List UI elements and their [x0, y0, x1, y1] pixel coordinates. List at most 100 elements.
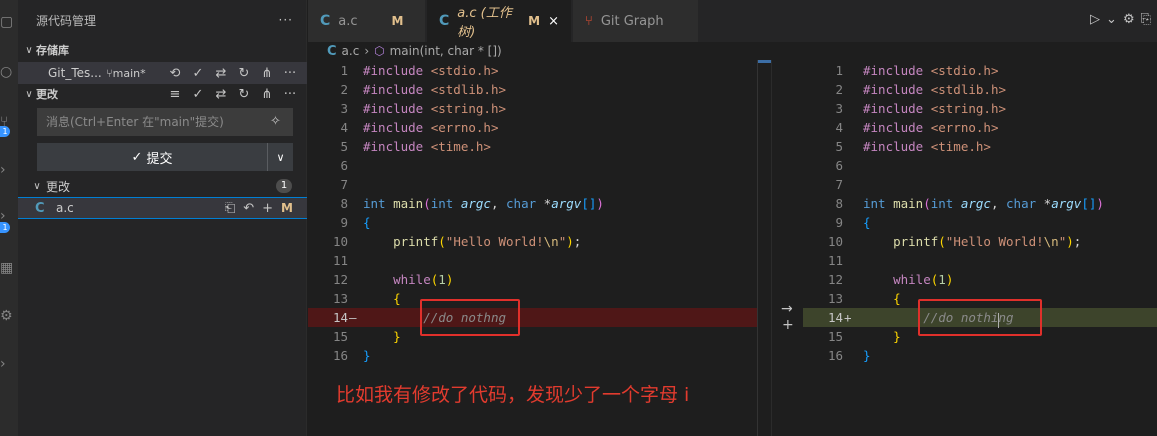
repository-row[interactable]: Git_Tes... ⑂main* ⟲ ✓ ⇄ ↻ ⋔ ···	[18, 62, 307, 84]
tab-label: Git Graph	[600, 13, 664, 29]
files-icon[interactable]: ▢	[0, 12, 18, 32]
code-text: }	[363, 346, 371, 365]
settings-icon[interactable]: ⚙	[0, 306, 18, 326]
breadcrumb-file[interactable]: a.c	[342, 44, 360, 58]
graph-icon[interactable]: ⋔	[260, 66, 274, 81]
more-actions-icon[interactable]: ···	[279, 13, 293, 27]
scm-sidebar: 源代码管理 ··· ∨ 存储库 Git_Tes... ⑂main* ⟲ ✓ ⇄ …	[18, 0, 307, 436]
breadcrumb-symbol[interactable]: main(int, char * [])	[390, 44, 502, 58]
tab-a-c[interactable]: C a.c M	[308, 0, 426, 42]
tab-a-c-working-tree[interactable]: C a.c (工作树) M ×	[427, 0, 572, 42]
code-line: 5 #include <time.h>	[803, 137, 1157, 156]
tab-git-graph[interactable]: ⑂ Git Graph	[573, 0, 699, 42]
arrow-right-icon[interactable]: →	[781, 301, 793, 317]
code-token: ;	[573, 234, 582, 249]
close-icon[interactable]: ×	[548, 14, 559, 29]
commit-message-input[interactable]	[37, 108, 293, 136]
code-token: char	[506, 196, 544, 211]
plus-icon[interactable]: +	[782, 317, 794, 333]
stage-changes-icon[interactable]: +	[262, 201, 273, 216]
changed-file-row[interactable]: C a.c ⎗ ↶ + M	[18, 197, 307, 219]
branch-indicator[interactable]: ⑂main*	[106, 67, 146, 80]
changes-group-header[interactable]: ∨ 更改 1	[18, 175, 307, 197]
sync-icon[interactable]: ⟲	[168, 66, 182, 81]
code-text: {	[863, 213, 871, 232]
code-text: int main(int argc, char *argv[])	[863, 194, 1104, 213]
code-token: main	[893, 196, 924, 211]
code-token: }	[893, 329, 901, 344]
code-token: )	[1066, 234, 1074, 249]
code-line: 13 {	[308, 289, 771, 308]
sparkle-icon[interactable]: ✧	[270, 114, 281, 129]
code-token: argc	[460, 196, 491, 211]
line-number: 12	[827, 272, 843, 287]
code-text: {	[363, 213, 371, 232]
code-line: 5 #include <time.h>	[308, 137, 771, 156]
discard-changes-icon[interactable]: ↶	[243, 201, 254, 216]
commit-button[interactable]: ✓ 提交	[37, 143, 267, 171]
code-token: (	[438, 234, 446, 249]
code-text: while(1)	[863, 270, 953, 289]
code-line: 10 printf("Hello World!\n");	[803, 232, 1157, 251]
line-number: 1	[835, 63, 843, 78]
code-text: #include <stdlib.h>	[363, 80, 506, 99]
code-token: char	[1006, 196, 1044, 211]
code-line: 6	[803, 156, 1157, 175]
refresh-icon[interactable]: ↻	[237, 87, 251, 102]
file-status-badge: M	[281, 201, 293, 215]
include-path: <string.h>	[430, 101, 506, 116]
changes-section-header[interactable]: ∨ 更改 ≡ ✓ ⇄ ↻ ⋔ ···	[18, 83, 307, 105]
code-token: 1	[938, 272, 946, 287]
pull-push-icon[interactable]: ⇄	[214, 87, 228, 102]
editor-actions: ▷ ⌄ ⚙ ⎘	[1090, 12, 1151, 27]
sidebar-title: 源代码管理	[36, 13, 97, 28]
diff-modified-editor[interactable]: 1 #include <stdio.h> 2 #include <stdlib.h> 3…	[803, 60, 1157, 436]
pull-push-icon[interactable]: ⇄	[214, 66, 228, 81]
gear-icon[interactable]: ⚙	[1123, 12, 1135, 27]
more-icon[interactable]: ···	[283, 87, 297, 102]
commit-check-icon[interactable]: ✓	[191, 87, 205, 102]
code-line: 7	[803, 175, 1157, 194]
include-path: <errno.h>	[430, 120, 499, 135]
include-path: <string.h>	[930, 101, 1006, 116]
code-line: 11	[803, 251, 1157, 270]
extensions-icon[interactable]: ▦	[0, 258, 18, 278]
code-token: )	[1096, 196, 1104, 211]
activity-badge: 1	[0, 222, 10, 233]
chevron-down-icon[interactable]: ⌄	[1106, 12, 1117, 27]
overview-ruler[interactable]	[757, 60, 772, 436]
open-changes-icon[interactable]: ⎘	[1141, 12, 1151, 27]
code-token: {	[393, 291, 401, 306]
code-text: #include <stdio.h>	[863, 61, 998, 80]
refresh-icon[interactable]: ↻	[237, 66, 251, 81]
repositories-section-header[interactable]: ∨ 存储库	[18, 39, 307, 61]
search-icon[interactable]: ○	[0, 62, 18, 82]
commit-check-icon[interactable]: ✓	[191, 66, 205, 81]
commit-dropdown-button[interactable]: ∨	[267, 143, 293, 171]
line-number: 6	[340, 158, 348, 173]
open-file-icon[interactable]: ⎗	[225, 201, 235, 216]
more-icon[interactable]: ···	[283, 66, 297, 81]
graph-icon[interactable]: ⋔	[260, 87, 274, 102]
c-file-icon: C	[320, 13, 331, 29]
changes-group-label: 更改	[46, 179, 71, 194]
code-token: argc	[960, 196, 991, 211]
line-number: 4	[340, 120, 348, 135]
run-debug-icon[interactable]: ›	[0, 160, 18, 180]
list-view-icon[interactable]: ≡	[168, 87, 182, 102]
code-text: #include <stdio.h>	[363, 61, 498, 80]
chevron-right-icon: ›	[364, 44, 370, 58]
changes-count-badge: 1	[276, 179, 292, 193]
code-text: #include <stdlib.h>	[863, 80, 1006, 99]
chevron-right-icon[interactable]: ›	[0, 354, 18, 374]
code-line: 11	[308, 251, 771, 270]
scrollbar-thumb[interactable]	[758, 60, 772, 63]
code-text: #include <time.h>	[863, 137, 991, 156]
run-icon[interactable]: ▷	[1090, 12, 1100, 27]
line-number: 1	[340, 63, 348, 78]
